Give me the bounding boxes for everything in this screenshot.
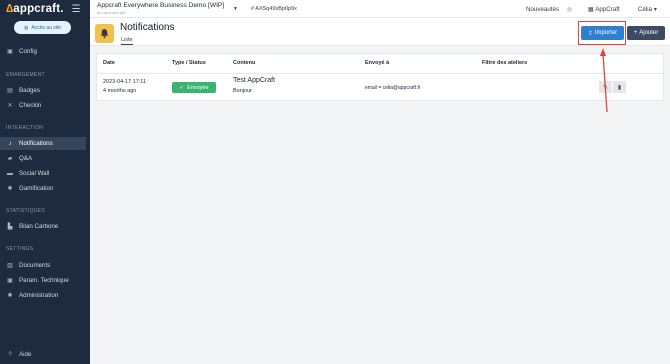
column-header-date[interactable]: Date <box>103 60 115 66</box>
cell-date: 2023-04-17 17:11 <box>103 79 147 85</box>
status-badge: ✓ Envoyée <box>172 82 216 93</box>
sidebar-item-config[interactable]: ▣ Config <box>0 45 86 58</box>
section-interaction: INTERACTION <box>6 125 44 131</box>
gear-icon: ✺ <box>7 186 13 192</box>
user-name: Célia <box>638 6 653 13</box>
bell-icon <box>95 24 114 43</box>
news-indicator <box>567 7 572 12</box>
plus-icon: + <box>633 30 638 36</box>
section-statistiques: STATISTIQUES <box>6 208 45 214</box>
sidebar-item-documents[interactable]: ▥ Documents <box>0 259 86 272</box>
column-header-filtre[interactable]: Filtre des ateliers <box>482 60 527 66</box>
sidebar-item-administration[interactable]: ✺ Administration <box>0 289 86 302</box>
top-bar: Appcraft Everywhere Business Demo [WIP] … <box>90 0 670 18</box>
page-header: Notifications Liste ⇪ Importer + Ajouter <box>90 18 670 46</box>
cell-date-relative: 4 months ago <box>103 88 137 94</box>
header-divider <box>97 73 663 74</box>
site-access-label: Accès au site <box>31 24 62 31</box>
sidebar-item-label: Bilan Carbone <box>19 223 59 230</box>
sidebar-item-label: Q&A <box>19 155 33 162</box>
gear-icon: ✺ <box>7 293 13 299</box>
sidebar-item-label: Badges <box>19 87 40 94</box>
print-icon: ▥ <box>7 263 13 269</box>
scan-icon: ✕ <box>7 103 13 109</box>
sidebar-item-help[interactable]: ? Aide <box>0 348 86 361</box>
column-header-envoye-a[interactable]: Envoyé à <box>365 60 389 66</box>
sidebar-item-social-wall[interactable]: ▬ Social Wall <box>0 167 86 180</box>
user-menu[interactable]: Célia ▾ <box>638 6 657 13</box>
sidebar-item-bilan-carbone[interactable]: ▙ Bilan Carbone <box>0 220 86 233</box>
trash-icon[interactable]: ▮ <box>613 81 626 93</box>
square-icon: ▣ <box>7 278 13 284</box>
sidebar-item-badges[interactable]: ▤ Badges <box>0 84 86 97</box>
import-label: Importer <box>594 30 618 36</box>
sidebar-item-label: Social Wall <box>19 170 50 177</box>
logo-text: appcraft. <box>13 3 64 15</box>
section-settings: SETTINGS <box>6 246 34 252</box>
project-subtitle: do not touch yet <box>97 10 126 15</box>
sidebar-item-checkin[interactable]: ✕ Checkin <box>0 99 86 112</box>
site-access-button[interactable]: ◍ Accès au site <box>14 21 71 34</box>
check-circle-icon: ✓ <box>179 84 185 91</box>
upload-icon: ⇪ <box>587 30 593 37</box>
badge-icon: ▤ <box>7 88 13 94</box>
tab-liste[interactable]: Liste <box>121 37 133 45</box>
status-label: Envoyée <box>187 84 209 91</box>
app-menu-label: AppCraft <box>595 6 620 13</box>
sidebar-item-label: Aide <box>19 351 32 358</box>
sidebar-item-label: Gamification <box>19 185 54 192</box>
square-icon: ▣ <box>7 49 13 55</box>
sidebar-item-param-technique[interactable]: ▣ Param. Technique <box>0 274 86 287</box>
sidebar: ∆appcraft. ☰ ◍ Accès au site ▣ Config EMA… <box>0 0 90 364</box>
add-label: Ajouter <box>639 30 659 36</box>
sidebar-item-label: Notifications <box>19 140 53 147</box>
column-header-type-status[interactable]: Type / Status <box>172 60 206 66</box>
help-icon: ? <box>8 351 12 358</box>
project-hash-value: AXSq49xBp0p9x <box>255 6 297 12</box>
cell-content-body: Bonjour <box>233 88 252 94</box>
globe-icon: ◍ <box>23 24 29 31</box>
chevron-down-icon[interactable]: ▼ <box>233 6 238 12</box>
sidebar-item-label: Administration <box>19 292 59 299</box>
page-title: Notifications <box>120 22 175 33</box>
wall-icon: ▬ <box>7 170 13 177</box>
sidebar-item-label: Documents <box>19 262 51 269</box>
sidebar-item-gamification[interactable]: ✺ Gamification <box>0 182 86 195</box>
column-header-contenu[interactable]: Contenu <box>233 60 255 66</box>
cell-sent-to: email = celia@appcraft.fr <box>365 85 421 91</box>
chevron-down-icon: ▾ <box>652 6 657 13</box>
sidebar-item-notifications[interactable]: ♪ Notifications <box>0 137 86 150</box>
edit-icon[interactable]: ✎ <box>599 81 612 93</box>
sidebar-item-label: Checkin <box>19 102 42 109</box>
sidebar-item-qa[interactable]: ▰ Q&A <box>0 152 86 165</box>
cell-content-title: Test AppCraft <box>233 77 276 84</box>
logo-row: ∆appcraft. ☰ <box>0 0 90 18</box>
bell-icon: ♪ <box>8 140 12 147</box>
sidebar-item-label: Config <box>19 48 37 55</box>
news-link[interactable]: Nouveautés <box>526 6 559 13</box>
notifications-table: Date Type / Status Contenu Envoyé à Filt… <box>96 53 664 101</box>
section-emargement: EMARGEMENT <box>6 72 45 78</box>
logo[interactable]: ∆appcraft. <box>6 3 64 15</box>
project-selector[interactable]: Appcraft Everywhere Business Demo [WIP] <box>97 2 224 9</box>
sidebar-item-label: Param. Technique <box>19 277 69 284</box>
menu-toggle-icon[interactable]: ☰ <box>72 4 81 15</box>
project-hash: # AXSq49xBp0p9x <box>251 6 297 12</box>
add-button[interactable]: + Ajouter <box>627 26 665 40</box>
app-menu[interactable]: ▦ AppCraft <box>588 6 620 13</box>
import-button[interactable]: ⇪ Importer <box>581 26 624 40</box>
factory-icon: ▙ <box>7 224 13 230</box>
chat-icon: ▰ <box>7 156 13 162</box>
